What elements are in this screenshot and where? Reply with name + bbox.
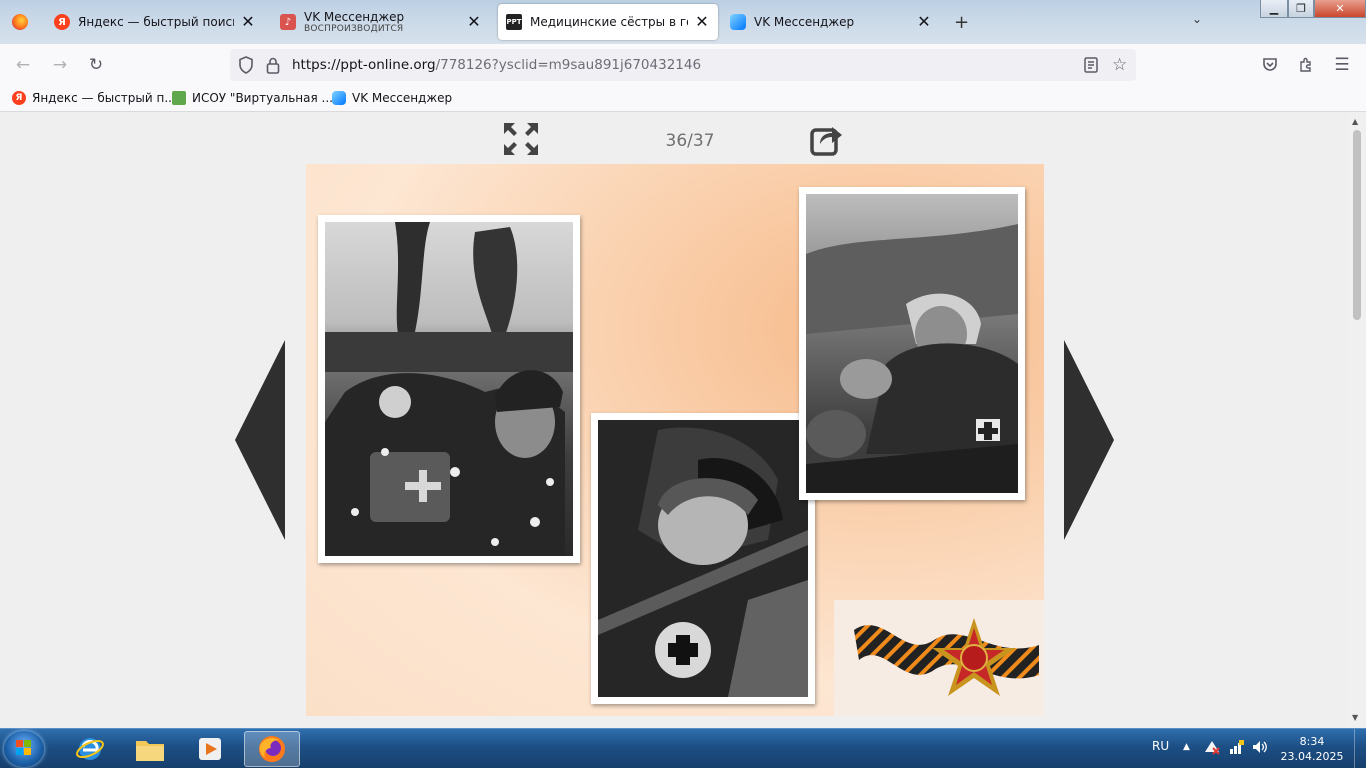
vk-icon <box>730 14 746 30</box>
slide-image <box>306 164 1044 716</box>
network-icon[interactable] <box>1229 739 1245 758</box>
url-text[interactable]: https://ppt-online.org/778126?ysclid=m9s… <box>292 57 701 73</box>
scroll-down-icon[interactable]: ▼ <box>1352 713 1358 722</box>
page-scrollbar[interactable]: ▲ ▼ <box>1348 113 1366 728</box>
next-slide-button[interactable] <box>1064 340 1114 540</box>
show-desktop-button[interactable] <box>1354 729 1366 768</box>
taskbar-firefox[interactable] <box>244 731 300 767</box>
tab-title: Медицинские сёстры в годы В <box>530 15 688 29</box>
minimize-button[interactable]: ▁ <box>1260 0 1288 18</box>
new-tab-button[interactable]: + <box>954 12 969 33</box>
yandex-icon: Я <box>54 14 70 30</box>
previous-slide-button[interactable] <box>235 340 285 540</box>
bookmark-label: ИСОУ "Виртуальная ... <box>192 91 333 105</box>
internet-explorer-icon <box>76 738 104 760</box>
photo-nurse-field <box>318 215 580 563</box>
forward-icon[interactable]: → <box>49 54 71 76</box>
scrollbar-thumb[interactable] <box>1353 130 1361 320</box>
clock-date: 23.04.2025 <box>1280 750 1344 763</box>
bookmark-star-icon[interactable]: ☆ <box>1112 55 1127 75</box>
reader-view-icon[interactable] <box>1084 57 1100 73</box>
extensions-icon[interactable] <box>1295 54 1317 76</box>
action-center-icon[interactable] <box>1204 739 1220 758</box>
tab-title: VK Мессенджер <box>304 10 405 24</box>
tab-playing-status: ВОСПРОИЗВОДИТСЯ <box>304 24 404 34</box>
victory-order-emblem <box>834 600 1044 716</box>
hamburger-menu-icon[interactable]: ☰ <box>1331 54 1353 76</box>
system-clock[interactable]: 8:34 23.04.2025 <box>1276 734 1348 764</box>
address-bar[interactable]: https://ppt-online.org/778126?ysclid=m9s… <box>230 49 1136 81</box>
tab-strip: Я Яндекс — быстрый поиск в ин ✕ ♪ VK Мес… <box>0 0 1366 44</box>
navigation-toolbar: ← → ↻ https://ppt-online.org/778126?yscl… <box>0 44 1366 86</box>
tab-vk-audio[interactable]: ♪ VK Мессенджер ВОСПРОИЗВОДИТСЯ ✕ <box>272 4 490 40</box>
media-player-icon <box>199 738 221 760</box>
pocket-icon[interactable] <box>1259 54 1281 76</box>
volume-icon[interactable] <box>1252 739 1268 758</box>
close-icon[interactable]: ✕ <box>916 14 932 30</box>
windows-taskbar: RU ▲ 8:34 23.04.2025 <box>0 728 1366 768</box>
bookmark-isou[interactable]: ИСОУ "Виртуальная ... <box>172 91 333 105</box>
photo-nurse-trench <box>799 187 1025 500</box>
bookmarks-toolbar: Я Яндекс — быстрый п... ИСОУ "Виртуальна… <box>0 86 1366 112</box>
taskbar-ie[interactable] <box>62 731 118 767</box>
clock-time: 8:34 <box>1299 735 1325 748</box>
isou-icon <box>172 91 186 105</box>
language-indicator[interactable]: RU <box>1152 739 1169 753</box>
taskbar-media-player[interactable] <box>182 731 238 767</box>
reload-icon[interactable]: ↻ <box>85 54 107 76</box>
fullscreen-icon[interactable] <box>503 122 539 156</box>
yandex-icon: Я <box>12 91 26 105</box>
taskbar-explorer[interactable] <box>122 731 178 767</box>
firefox-icon <box>259 736 285 762</box>
vk-icon <box>332 91 346 105</box>
share-icon[interactable] <box>810 122 844 156</box>
close-window-button[interactable]: ✕ <box>1314 0 1366 18</box>
show-hidden-icons[interactable]: ▲ <box>1183 742 1190 752</box>
page-content: 36/37 <box>0 113 1348 728</box>
ppt-icon: PPT <box>506 14 522 30</box>
lock-icon[interactable] <box>266 56 280 74</box>
slide-counter: 36/37 <box>665 131 715 151</box>
close-icon[interactable]: ✕ <box>240 14 256 30</box>
back-icon[interactable]: ← <box>12 54 34 76</box>
tab-title: VK Мессенджер <box>754 15 855 29</box>
tab-title: Яндекс — быстрый поиск в ин <box>78 15 234 29</box>
firefox-menu-icon[interactable] <box>12 14 28 30</box>
photo-nurse-resting <box>591 413 815 704</box>
scroll-up-icon[interactable]: ▲ <box>1352 117 1358 126</box>
close-icon[interactable]: ✕ <box>466 14 482 30</box>
bookmark-label: Яндекс — быстрый п... <box>32 91 176 105</box>
tab-vk[interactable]: VK Мессенджер ✕ <box>722 4 940 40</box>
folder-icon <box>136 741 164 761</box>
bookmark-vk[interactable]: VK Мессенджер <box>332 91 452 105</box>
tab-yandex[interactable]: Я Яндекс — быстрый поиск в ин ✕ <box>46 4 264 40</box>
start-button[interactable] <box>4 731 44 767</box>
tab-presentation[interactable]: PPT Медицинские сёстры в годы В ✕ <box>498 4 718 40</box>
window-controls: ▁ ❐ ✕ <box>1260 0 1366 18</box>
bookmark-yandex[interactable]: Я Яндекс — быстрый п... <box>12 91 176 105</box>
vk-audio-icon[interactable]: ♪ <box>280 14 296 30</box>
restore-button[interactable]: ❐ <box>1288 0 1314 18</box>
url-host: https://ppt-online.org <box>292 57 436 73</box>
url-path: /778126?ysclid=m9sau891j670432146 <box>435 57 702 73</box>
tracking-protection-icon[interactable] <box>238 56 254 74</box>
close-icon[interactable]: ✕ <box>694 14 710 30</box>
bookmark-label: VK Мессенджер <box>352 91 453 105</box>
list-all-tabs-button[interactable]: ⌄ <box>1192 12 1202 26</box>
